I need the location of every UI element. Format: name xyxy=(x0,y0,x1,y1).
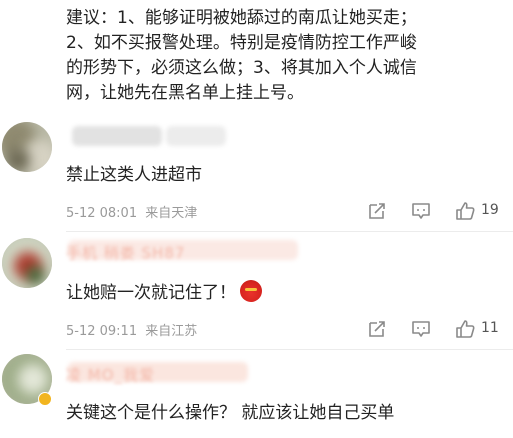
comment-line: 2、如不买报警处理。特别是疫情防控工作严峻 xyxy=(66,33,417,53)
vip-badge-icon xyxy=(38,392,52,406)
like-count: 19 xyxy=(481,202,499,218)
comment-icon[interactable] xyxy=(410,200,432,222)
comment-source: 来自江苏 xyxy=(145,324,198,339)
comment-source: 来自天津 xyxy=(145,206,198,221)
like-icon[interactable] xyxy=(454,318,476,340)
comment-content: 禁止这类人进超市 xyxy=(66,165,202,185)
comment-content: 让她赔一次就记住了！ xyxy=(66,278,262,303)
comment-line: 建议：1、能够证明被她舔过的南瓜让她买走； xyxy=(66,8,417,28)
comment-content: 关键这个是什么操作？ 就应该让她自己买单 xyxy=(66,403,395,423)
avatar[interactable] xyxy=(2,238,52,288)
username-blurred[interactable] xyxy=(66,122,306,152)
like-icon[interactable] xyxy=(454,200,476,222)
comment-meta: 5-12 09:11 来自江苏 xyxy=(66,320,201,339)
comment-actions: 11 xyxy=(360,318,510,342)
comment-text: 让她赔一次就记住了！ xyxy=(66,283,236,303)
comment-item: 手机 稍娄 SH87 让她赔一次就记住了！ 5-12 09:11 来自江苏 11 xyxy=(0,232,513,350)
username[interactable]: 手机 稍娄 SH87 xyxy=(66,242,185,263)
comment-item: 凌 MO_我爱 关键这个是什么操作？ 就应该让她自己买单 xyxy=(0,350,513,438)
angry-face-emoji-icon xyxy=(240,280,262,302)
share-icon[interactable] xyxy=(366,318,388,340)
like-count: 11 xyxy=(481,320,499,336)
comment-line: 网，让她先在黑名单上挂上号。 xyxy=(66,83,304,103)
comment-text-continuation: 建议：1、能够证明被她舔过的南瓜让她买走； 2、如不买报警处理。特别是疫情防控工… xyxy=(66,6,506,106)
username[interactable]: 凌 MO_我爱 xyxy=(66,364,155,385)
comment-icon[interactable] xyxy=(410,318,432,340)
comment-item: 禁止这类人进超市 5-12 08:01 来自天津 19 xyxy=(0,122,513,232)
comment-line: 的形势下，必须这么做；3、将其加入个人诚信 xyxy=(66,58,417,78)
share-icon[interactable] xyxy=(366,200,388,222)
comment-date: 5-12 09:11 xyxy=(66,324,138,339)
comment-date: 5-12 08:01 xyxy=(66,206,138,221)
comment-meta: 5-12 08:01 来自天津 xyxy=(66,202,201,221)
avatar[interactable] xyxy=(2,122,52,172)
comment-actions: 19 xyxy=(360,200,510,224)
